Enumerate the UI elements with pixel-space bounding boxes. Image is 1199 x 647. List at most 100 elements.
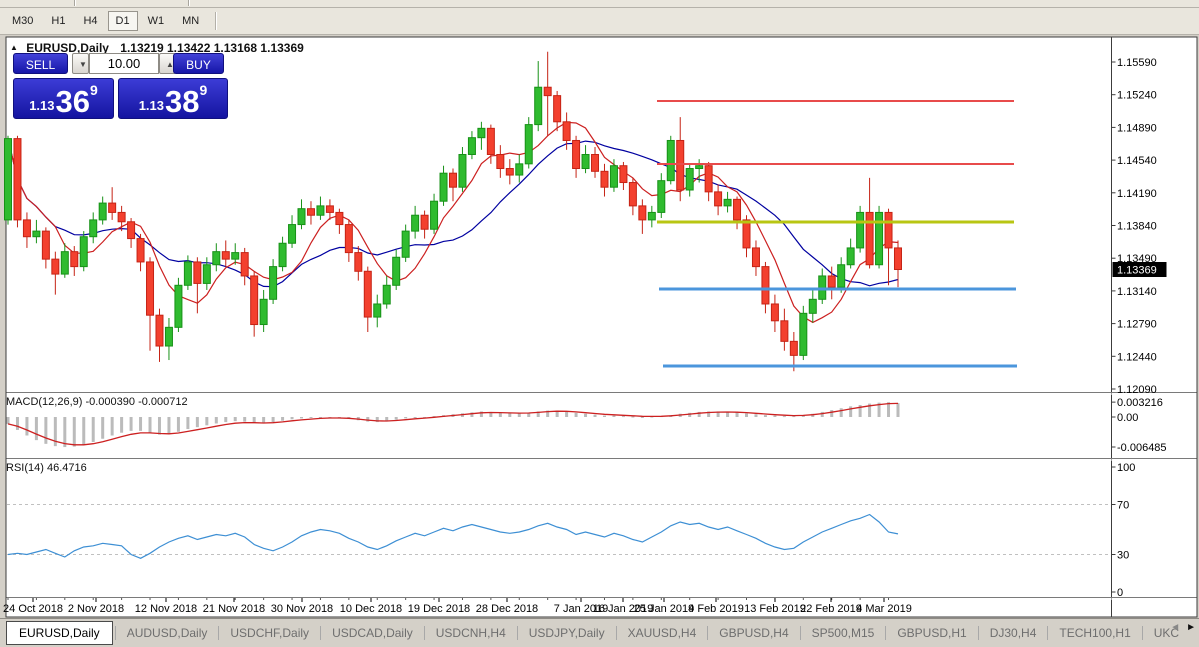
tab-separator: [615, 626, 617, 640]
macd-histogram-bar: [394, 417, 398, 420]
tab-tech100-h1[interactable]: TECH100,H1: [1050, 622, 1139, 644]
macd-histogram-bar: [167, 417, 171, 435]
macd-histogram-bar: [148, 417, 152, 433]
macd-histogram-bar: [82, 417, 86, 445]
tab-separator: [885, 626, 887, 640]
buy-price-sup: 9: [199, 82, 208, 98]
macd-histogram-bar: [565, 411, 569, 417]
macd-histogram-bar: [120, 417, 124, 433]
tab-separator: [114, 626, 116, 640]
tab-scroll-arrows: ◄ ►: [1170, 622, 1196, 633]
volume-input[interactable]: 10.00: [89, 53, 159, 74]
macd-histogram-bar: [517, 413, 521, 417]
macd-histogram-bar: [584, 413, 588, 417]
tab-scroll-left-icon[interactable]: ◄: [1170, 622, 1180, 633]
tab-separator: [1047, 626, 1049, 640]
tab-usdchf-daily[interactable]: USDCHF,Daily: [221, 622, 318, 644]
macd-histogram-bar: [631, 416, 635, 418]
macd-histogram-bar: [621, 416, 625, 418]
macd-histogram-bar: [6, 417, 10, 424]
sell-price-big: 36: [55, 84, 90, 120]
macd-histogram-bar: [63, 417, 67, 448]
macd-histogram-bar: [404, 417, 408, 419]
macd-histogram-bar: [839, 408, 843, 417]
collapse-triangle-icon[interactable]: ▲: [10, 43, 18, 52]
macd-histogram-bar: [34, 417, 38, 441]
price-axis[interactable]: [1112, 38, 1199, 597]
macd-histogram-bar: [72, 417, 76, 447]
macd-histogram-bar: [574, 412, 578, 417]
macd-histogram-bar: [896, 403, 900, 417]
macd-histogram-bar: [281, 417, 285, 421]
macd-histogram-bar: [205, 417, 209, 426]
macd-histogram-bar: [745, 413, 749, 417]
tab-separator: [423, 626, 425, 640]
buy-price-prefix: 1.13: [138, 98, 165, 113]
macd-histogram-bar: [139, 417, 143, 431]
tab-separator: [977, 626, 979, 640]
macd-histogram-bar: [640, 417, 644, 418]
rsi-label: RSI(14) 46.4716: [6, 462, 87, 474]
macd-histogram-bar: [233, 417, 237, 422]
macd-histogram-bar: [830, 410, 834, 417]
macd-histogram-bar: [754, 414, 758, 417]
macd-histogram-bar: [763, 415, 767, 417]
tab-separator: [516, 626, 518, 640]
mt4-window: M30 H1 H4 D1 W1 MN 1.15590 1.15240 1.14890 1.145…: [0, 0, 1199, 647]
tab-gbpusd-h4[interactable]: GBPUSD,H4: [710, 622, 797, 644]
macd-histogram-bar: [101, 417, 105, 439]
volume-decrease-button[interactable]: ▼: [72, 53, 89, 74]
sell-price-prefix: 1.13: [29, 98, 55, 113]
macd-histogram-bar: [176, 417, 180, 432]
macd-histogram-bar: [44, 417, 48, 444]
macd-histogram-bar: [782, 416, 786, 418]
tab-scroll-right-icon[interactable]: ►: [1186, 622, 1196, 633]
tab-xauusd-h4[interactable]: XAUUSD,H4: [619, 622, 706, 644]
macd-histogram-bar: [413, 417, 417, 418]
tab-dj30-h4[interactable]: DJ30,H4: [981, 622, 1046, 644]
tab-separator: [1141, 626, 1143, 640]
macd-histogram-bar: [214, 417, 218, 424]
macd-histogram-bar: [290, 417, 294, 420]
tab-separator: [707, 626, 709, 640]
macd-histogram-bar: [773, 415, 777, 417]
macd-histogram-bar: [602, 415, 606, 417]
macd-histogram-bar: [271, 417, 275, 423]
macd-histogram-bar: [366, 417, 370, 422]
tab-audusd-daily[interactable]: AUDUSD,Daily: [118, 622, 217, 644]
tab-usdcnh-h4[interactable]: USDCNH,H4: [427, 622, 515, 644]
macd-histogram-bar: [887, 402, 891, 417]
tab-usdjpy-daily[interactable]: USDJPY,Daily: [520, 622, 614, 644]
tab-eurusd-daily[interactable]: EURUSD,Daily: [6, 621, 113, 645]
sell-price-sup: 9: [90, 82, 98, 98]
macd-histogram-bar: [15, 417, 19, 430]
tab-separator: [218, 626, 220, 640]
one-click-trading-panel: SELL ▼ 10.00 ▲ BUY 1.13 36 9 1.13 38 9: [13, 53, 228, 119]
sell-button[interactable]: SELL: [13, 53, 68, 74]
macd-histogram-bar: [820, 411, 824, 417]
macd-histogram-bar: [186, 417, 190, 430]
macd-histogram-bar: [300, 417, 304, 419]
chart-tab-bar: EURUSD,Daily AUDUSD,Daily USDCHF,Daily USDC…: [0, 618, 1199, 647]
macd-histogram-bar: [157, 417, 161, 435]
macd-histogram-bar: [25, 417, 29, 436]
macd-histogram-bar: [129, 417, 133, 431]
buy-price-box[interactable]: 1.13 38 9: [118, 78, 228, 119]
tab-separator: [799, 626, 801, 640]
macd-histogram-bar: [243, 417, 247, 422]
macd-histogram-bar: [849, 406, 853, 417]
macd-histogram-bar: [195, 417, 199, 428]
tab-gbpusd-h1[interactable]: GBPUSD,H1: [888, 622, 975, 644]
tab-usdcad-daily[interactable]: USDCAD,Daily: [323, 622, 422, 644]
date-axis[interactable]: [7, 598, 1111, 617]
buy-price-big: 38: [165, 84, 200, 120]
tab-sp500-m15[interactable]: SP500,M15: [803, 622, 884, 644]
sell-price-box[interactable]: 1.13 36 9: [13, 78, 114, 119]
macd-histogram-bar: [224, 417, 228, 423]
macd-histogram-bar: [735, 412, 739, 417]
buy-button[interactable]: BUY: [173, 53, 224, 74]
macd-histogram-bar: [508, 413, 512, 417]
macd-histogram-bar: [91, 417, 95, 442]
macd-histogram-bar: [593, 414, 597, 417]
macd-label: MACD(12,26,9) -0.000390 -0.000712: [6, 396, 188, 408]
